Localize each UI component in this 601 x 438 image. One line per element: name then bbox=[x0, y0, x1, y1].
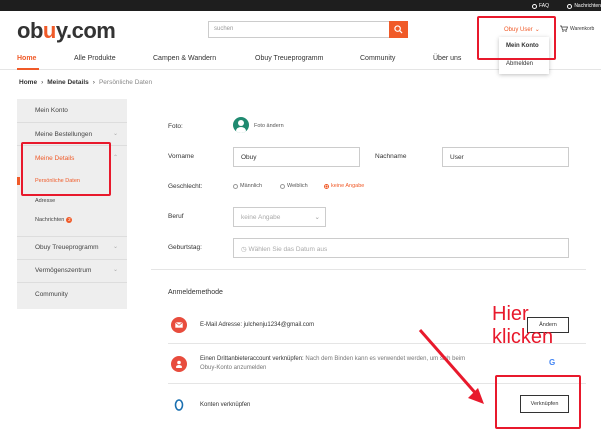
sidebar-item-details[interactable]: Meine Details bbox=[35, 155, 74, 162]
account-link-icon bbox=[171, 397, 187, 413]
geschlecht-label: Geschlecht: bbox=[168, 183, 203, 190]
anmeldemethode-title: Anmeldemethode bbox=[168, 289, 223, 296]
nav-alle-produkte[interactable]: Alle Produkte bbox=[74, 55, 116, 62]
search-input[interactable]: suchen bbox=[208, 21, 389, 38]
sidebar-item-vermoegenszentrum[interactable]: Vermögenszentrum bbox=[35, 267, 91, 274]
messages-link[interactable]: Nachrichten bbox=[567, 3, 601, 9]
vorname-label: Vorname bbox=[168, 153, 195, 160]
dropdown-mein-konto[interactable]: Mein Konto bbox=[499, 37, 549, 55]
sidebar-item-bestellungen[interactable]: Meine Bestellungen bbox=[35, 131, 92, 138]
vorname-input[interactable]: Obuy bbox=[233, 147, 360, 167]
dropdown-abmelden[interactable]: Abmelden bbox=[499, 55, 549, 73]
bell-icon bbox=[567, 3, 573, 9]
geburtstag-label: Geburtstag: bbox=[168, 244, 202, 251]
beruf-label: Beruf bbox=[168, 213, 184, 220]
chevron-down-icon: ⌄ bbox=[113, 267, 119, 273]
third-party-text: Einen Drittanbieteraccount verknüpfen: N… bbox=[200, 356, 466, 371]
radio-maennlich[interactable]: Männlich bbox=[233, 183, 262, 189]
nav-campen-wandern[interactable]: Campen & Wandern bbox=[153, 55, 216, 62]
chevron-down-icon: ⌄ bbox=[534, 27, 540, 33]
sidebar-item-community[interactable]: Community bbox=[35, 291, 68, 298]
breadcrumb-details[interactable]: Meine Details bbox=[47, 79, 89, 86]
nachname-input[interactable]: User bbox=[442, 147, 569, 167]
notification-badge: 2 bbox=[66, 217, 73, 223]
change-photo-link[interactable]: Foto ändern bbox=[254, 123, 284, 129]
nav-ueber-uns[interactable]: Über uns bbox=[433, 55, 461, 62]
nachname-label: Nachname bbox=[375, 153, 407, 160]
beruf-select[interactable]: keine Angabe ⌄ bbox=[233, 207, 326, 227]
search-button[interactable] bbox=[389, 21, 408, 38]
radio-keine-angabe[interactable]: keine Angabe bbox=[324, 183, 364, 189]
chevron-down-icon: ⌄ bbox=[113, 131, 119, 137]
sidebar-sub-adresse[interactable]: Adresse bbox=[35, 198, 55, 204]
user-menu-toggle[interactable]: Obuy User ⌄ bbox=[504, 26, 540, 34]
cart-icon bbox=[560, 25, 568, 32]
geburtstag-input[interactable]: ◷ Wählen Sie das Datum aus bbox=[233, 238, 569, 258]
sidebar: Mein Konto Meine Bestellungen ⌄ Meine De… bbox=[17, 99, 127, 309]
help-icon bbox=[531, 3, 537, 9]
sidebar-item-mein-konto[interactable]: Mein Konto bbox=[35, 107, 68, 114]
link-account-button[interactable]: Verknüpfen bbox=[520, 395, 569, 413]
breadcrumb-current: Persönliche Daten bbox=[98, 79, 153, 86]
sidebar-item-treueprogramm[interactable]: Obuy Treueprogramm bbox=[35, 244, 99, 251]
cart-link[interactable]: Warenkorb bbox=[560, 25, 594, 32]
email-text: E-Mail Adresse: julchenju1234@gmail.com bbox=[200, 322, 315, 328]
breadcrumb: Home › Meine Details › Persönliche Daten bbox=[19, 79, 153, 86]
nav-home[interactable]: Home bbox=[17, 55, 36, 62]
google-icon[interactable]: G bbox=[549, 358, 555, 367]
chevron-down-icon: ⌄ bbox=[314, 214, 320, 221]
avatar[interactable] bbox=[233, 117, 249, 133]
nav-community[interactable]: Community bbox=[360, 55, 395, 62]
top-bar: FAQ Nachrichten bbox=[0, 0, 601, 11]
clock-icon: ◷ bbox=[241, 246, 247, 253]
faq-link[interactable]: FAQ bbox=[531, 3, 549, 9]
annotation-hier-klicken: Hier klicken bbox=[492, 303, 554, 348]
personal-data-panel: Foto: Foto ändern Vorname Obuy Nachname … bbox=[151, 99, 586, 438]
user-icon bbox=[171, 356, 187, 372]
nav-active-indicator bbox=[17, 68, 39, 70]
user-dropdown: Mein Konto Abmelden bbox=[499, 37, 549, 74]
search-icon bbox=[394, 25, 403, 34]
foto-label: Foto: bbox=[168, 123, 183, 130]
mail-icon bbox=[171, 317, 187, 333]
sidebar-sub-nachrichten[interactable]: Nachrichten 2 bbox=[35, 217, 73, 223]
active-marker bbox=[17, 177, 20, 185]
chevron-up-icon: ⌃ bbox=[113, 155, 119, 161]
radio-weiblich[interactable]: Weiblich bbox=[280, 183, 308, 189]
nav-treueprogramm[interactable]: Obuy Treueprogramm bbox=[255, 55, 323, 62]
sidebar-sub-persoenliche-daten[interactable]: Persönliche Daten bbox=[35, 178, 80, 184]
konten-text: Konten verknüpfen bbox=[200, 402, 251, 408]
logo[interactable]: obuy.com bbox=[17, 18, 116, 44]
breadcrumb-home[interactable]: Home bbox=[19, 79, 37, 86]
chevron-down-icon: ⌄ bbox=[113, 244, 119, 250]
